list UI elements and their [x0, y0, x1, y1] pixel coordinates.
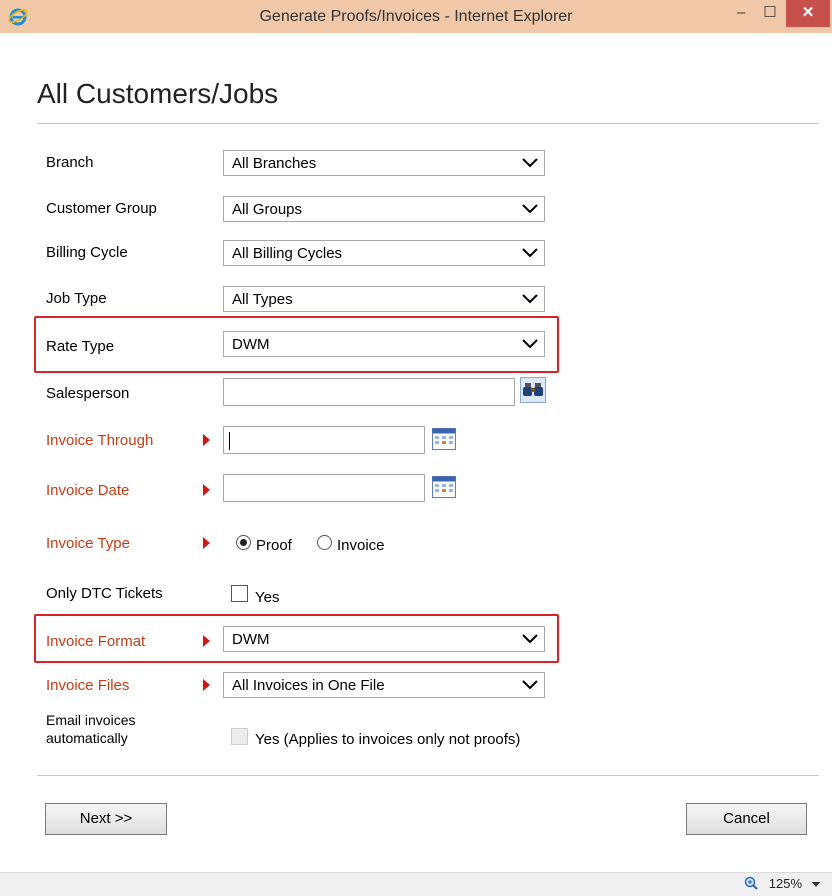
zoom-dropdown-icon[interactable] [812, 882, 820, 887]
invoice-format-select[interactable]: DWM [223, 626, 545, 652]
calendar-icon[interactable] [432, 476, 456, 498]
chevron-down-icon [522, 339, 538, 349]
cancel-button[interactable]: Cancel [686, 803, 807, 835]
email-invoices-checkbox[interactable] [231, 728, 248, 745]
invoice-files-select-value: All Invoices in One File [232, 677, 385, 694]
proof-radio[interactable] [236, 535, 251, 550]
required-arrow-icon [203, 484, 210, 496]
only-dtc-tickets-checkbox-label[interactable]: Yes [255, 589, 279, 606]
required-arrow-icon [203, 635, 210, 647]
zoom-icon[interactable] [744, 876, 758, 890]
invoice-format-select-value: DWM [232, 631, 270, 648]
binoculars-icon[interactable] [520, 377, 546, 403]
text-cursor [229, 432, 230, 450]
window-title: Generate Proofs/Invoices - Internet Expl… [259, 8, 573, 25]
rate-type-label: Rate Type [46, 338, 115, 355]
chevron-down-icon [522, 294, 538, 304]
email-invoices-label-line1: Email invoices [46, 712, 136, 728]
proof-radio-label[interactable]: Proof [256, 537, 292, 554]
only-dtc-tickets-checkbox[interactable] [231, 585, 248, 602]
billing-cycle-select-value: All Billing Cycles [232, 245, 343, 262]
maximize-button[interactable]: ☐ [756, 0, 784, 27]
divider [37, 775, 819, 776]
invoice-through-input[interactable] [223, 426, 425, 454]
invoice-through-label: Invoice Through [46, 432, 154, 449]
customer-group-label: Customer Group [46, 200, 157, 217]
job-type-label: Job Type [46, 290, 107, 307]
invoice-format-label: Invoice Format [46, 633, 146, 650]
next-button[interactable]: Next >> [45, 803, 167, 835]
invoice-files-select[interactable]: All Invoices in One File [223, 672, 545, 698]
email-invoices-checkbox-label: Yes (Applies to invoices only not proofs… [255, 731, 521, 748]
job-type-select-value: All Types [232, 291, 293, 308]
salesperson-input[interactable] [223, 378, 515, 406]
invoice-radio[interactable] [317, 535, 332, 550]
close-button[interactable]: ✕ [786, 0, 830, 27]
minimize-button[interactable]: – [727, 0, 755, 27]
invoice-radio-label[interactable]: Invoice [337, 537, 385, 554]
billing-cycle-select[interactable]: All Billing Cycles [223, 240, 545, 266]
window-titlebar: Generate Proofs/Invoices - Internet Expl… [0, 0, 832, 33]
calendar-icon[interactable] [432, 428, 456, 450]
branch-label: Branch [46, 154, 94, 171]
branch-select[interactable]: All Branches [223, 150, 545, 176]
required-arrow-icon [203, 537, 210, 549]
invoice-date-label: Invoice Date [46, 482, 130, 499]
customer-group-select-value: All Groups [232, 201, 303, 218]
rate-type-select-value: DWM [232, 336, 270, 353]
chevron-down-icon [522, 634, 538, 644]
required-arrow-icon [203, 679, 210, 691]
status-bar: 125% [0, 872, 832, 896]
customer-group-select[interactable]: All Groups [223, 196, 545, 222]
invoice-type-label: Invoice Type [46, 535, 130, 552]
invoice-files-label: Invoice Files [46, 677, 130, 694]
chevron-down-icon [522, 248, 538, 258]
chevron-down-icon [522, 158, 538, 168]
only-dtc-tickets-label: Only DTC Tickets [46, 585, 163, 602]
chevron-down-icon [522, 680, 538, 690]
page-title: All Customers/Jobs [37, 78, 279, 109]
branch-select-value: All Branches [232, 155, 317, 172]
rate-type-select[interactable]: DWM [223, 331, 545, 357]
invoice-date-input[interactable] [223, 474, 425, 502]
job-type-select[interactable]: All Types [223, 286, 545, 312]
chevron-down-icon [522, 204, 538, 214]
required-arrow-icon [203, 434, 210, 446]
radio-selected-dot [240, 539, 247, 546]
zoom-level[interactable]: 125% [769, 876, 802, 891]
billing-cycle-label: Billing Cycle [46, 244, 128, 261]
salesperson-label: Salesperson [46, 385, 130, 402]
divider [37, 123, 819, 124]
email-invoices-label-line2: automatically [46, 730, 128, 746]
